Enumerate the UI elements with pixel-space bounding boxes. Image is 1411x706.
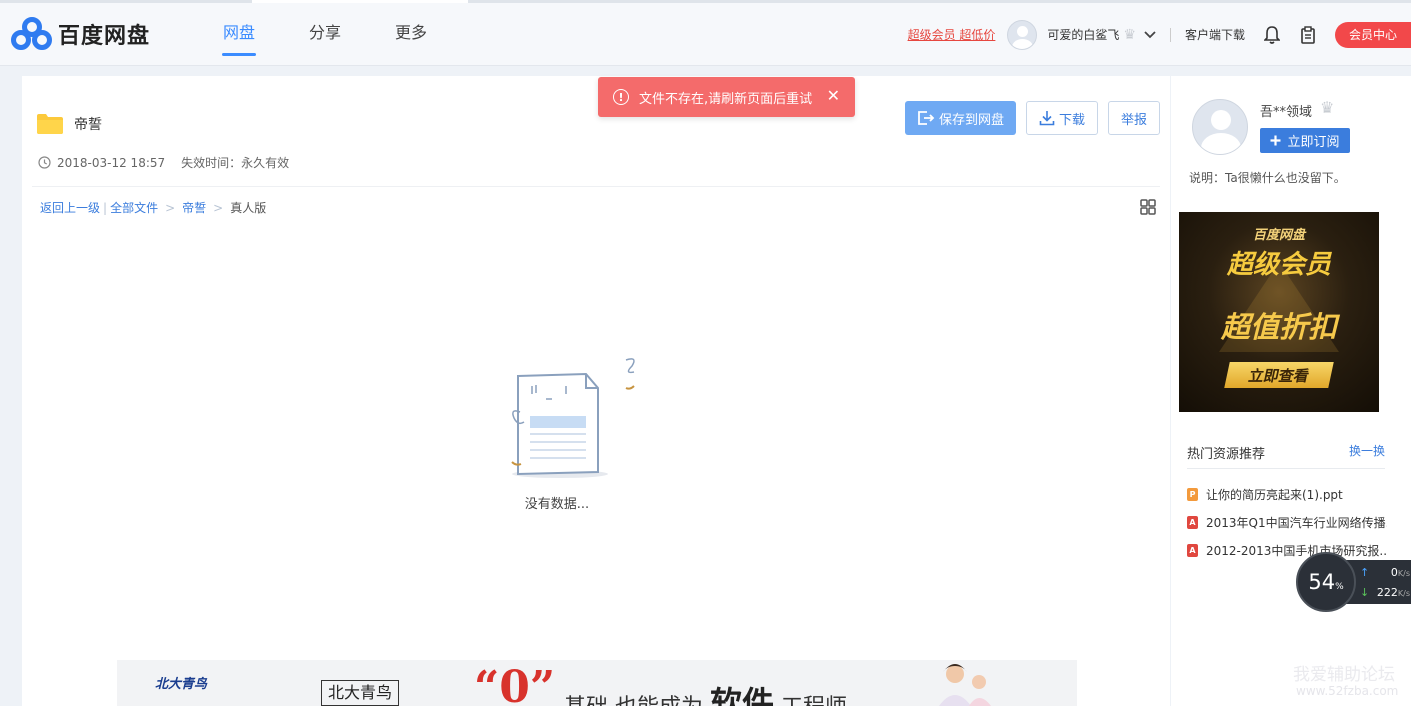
member-center-button[interactable]: 会员中心	[1334, 21, 1411, 48]
breadcrumb-separator: |	[103, 200, 108, 215]
toast-message: 文件不存在,请刷新页面后重试	[639, 91, 813, 107]
ad-slogan: 超值折扣	[1220, 310, 1337, 344]
breadcrumb-current: 真人版	[230, 201, 267, 215]
user-avatar[interactable]	[1007, 19, 1038, 50]
action-buttons: 保存到网盘 下载 举报	[904, 101, 1160, 135]
banner-people-image	[939, 664, 991, 706]
save-button-label: 保存到网盘	[938, 112, 1004, 128]
ad-title: 超级会员	[1226, 250, 1331, 280]
clipboard-icon[interactable]	[1299, 25, 1317, 44]
network-speed-widget[interactable]: 54% ↑ 0K/s ↓ 222K/s	[1296, 552, 1411, 612]
subscribe-button-label: 立即订阅	[1287, 135, 1340, 150]
empty-document-icon	[488, 354, 638, 487]
usage-percent: 54	[1308, 570, 1336, 594]
empty-state-text: 没有数据...	[524, 497, 590, 512]
header-right: 超级会员 超低价 可爱的白鲨飞 ♛ 客户端下载 会员中心	[908, 3, 1411, 66]
download-speed: ↓ 222K/s	[1360, 586, 1410, 599]
subscribe-button[interactable]: 立即订阅	[1260, 128, 1350, 153]
download-arrow-icon: ↓	[1360, 586, 1370, 599]
banner-slogan-prefix: 基础 也能成为	[564, 695, 703, 706]
bell-icon[interactable]	[1263, 25, 1281, 44]
breadcrumb-all-files[interactable]: 全部文件	[110, 199, 158, 216]
upload-arrow-icon: ↑	[1360, 566, 1370, 579]
pdf-file-icon: A	[1187, 543, 1198, 557]
tab-more[interactable]: 更多	[368, 3, 454, 66]
close-icon[interactable]: ✕	[827, 86, 840, 105]
download-unit: K/s	[1397, 589, 1410, 598]
ad-brand: 百度网盘	[1252, 228, 1305, 243]
warning-icon: !	[613, 89, 629, 105]
folder-icon	[37, 114, 63, 134]
chevron-down-icon[interactable]	[1144, 28, 1156, 42]
ad-cta-button[interactable]: 立即查看	[1224, 362, 1334, 388]
plus-icon	[1270, 135, 1281, 146]
baidu-netdisk-logo[interactable]: 百度网盘	[10, 17, 150, 51]
hot-resources-title: 热门资源推荐	[1187, 447, 1266, 462]
folder-title: 帝誓	[36, 113, 102, 135]
watermark-title: 我爱辅助论坛	[1293, 665, 1395, 685]
save-to-netdisk-button[interactable]: 保存到网盘	[904, 101, 1016, 135]
hot-item-name: 2013年Q1中国汽车行业网络传播...	[1206, 515, 1387, 530]
banner-slogan-bold: 软件	[710, 684, 775, 706]
hot-item-name: 让你的简历亮起来(1).ppt	[1206, 487, 1343, 502]
svip-ad[interactable]: 百度网盘 超级会员 超值折扣 立即查看	[1179, 212, 1379, 412]
breadcrumb-folder[interactable]: 帝誓	[182, 199, 206, 216]
header-divider-line	[32, 186, 1160, 187]
pdf-file-icon: A	[1187, 515, 1198, 529]
main-nav: 网盘 分享 更多	[196, 3, 454, 66]
watermark-url: www.52fzba.com	[1296, 684, 1399, 698]
banner-logo-aptech: 北大青鸟	[155, 677, 208, 692]
ad-banner[interactable]: 北大青鸟 北大青鸟 “0” 基础 也能成为 软件 工程师	[117, 660, 1077, 706]
breadcrumb: 返回上一级 | 全部文件 > 帝誓 > 真人版	[40, 199, 266, 216]
owner-name[interactable]: 吾**领域	[1260, 101, 1312, 120]
crown-icon: ♛	[1123, 26, 1136, 43]
upload-speed: ↑ 0K/s	[1360, 566, 1410, 579]
cloud-logo-icon	[11, 17, 52, 50]
download-value: 222	[1376, 586, 1398, 599]
top-header: 百度网盘 网盘 分享 更多 超级会员 超低价 可爱的白鲨飞 ♛ 客户端下载 会员…	[0, 3, 1411, 66]
grid-view-icon[interactable]	[1140, 199, 1156, 215]
breadcrumb-separator: >	[165, 200, 176, 215]
header-divider	[1169, 27, 1171, 42]
tab-share[interactable]: 分享	[282, 3, 368, 66]
username[interactable]: 可爱的白鲨飞	[1047, 26, 1119, 43]
refresh-link[interactable]: 换一换	[1349, 442, 1385, 459]
clock-icon	[38, 156, 51, 169]
crown-icon: ♛	[1320, 98, 1335, 117]
memory-usage-circle: 54%	[1296, 552, 1356, 612]
upload-unit: K/s	[1397, 569, 1410, 578]
upload-value: 0	[1390, 566, 1398, 579]
share-meta: 2018-03-12 18:57 失效时间：永久有效	[38, 154, 289, 171]
download-button[interactable]: 下载	[1025, 101, 1098, 135]
client-download-link[interactable]: 客户端下载	[1185, 26, 1245, 43]
error-toast: ! 文件不存在,请刷新页面后重试 ✕	[598, 77, 855, 117]
expiry-text: 失效时间：永久有效	[181, 156, 290, 170]
banner-slogan: 基础 也能成为 软件 工程师	[564, 678, 847, 706]
ppt-file-icon: P	[1187, 487, 1198, 501]
share-main-panel: 帝誓 2018-03-12 18:57 失效时间：永久有效 保存到网盘 下载 举…	[22, 76, 1170, 706]
list-item[interactable]: P 让你的简历亮起来(1).ppt	[1187, 480, 1387, 508]
usage-percent-unit: %	[1335, 582, 1344, 592]
banner-zero: “0”	[474, 662, 556, 706]
logo-text: 百度网盘	[58, 24, 151, 49]
report-button[interactable]: 举报	[1107, 101, 1160, 135]
hot-divider	[1187, 468, 1385, 469]
banner-logo-box: 北大青鸟	[321, 680, 400, 706]
breadcrumb-separator: >	[213, 200, 224, 215]
banner-slogan-suffix: 工程师	[781, 695, 847, 706]
save-icon	[918, 111, 935, 125]
folder-name: 帝誓	[74, 117, 102, 133]
list-item[interactable]: A 2013年Q1中国汽车行业网络传播...	[1187, 508, 1387, 536]
share-date: 2018-03-12 18:57	[57, 155, 166, 170]
owner-avatar[interactable]	[1192, 99, 1248, 155]
breadcrumb-back[interactable]: 返回上一级	[40, 199, 100, 216]
vip-promo-link[interactable]: 超级会员 超低价	[908, 26, 996, 43]
download-button-label: 下载	[1058, 112, 1085, 128]
owner-description: 说明：Ta很懒什么也没留下。	[1189, 171, 1346, 185]
download-icon	[1039, 111, 1055, 126]
tab-netdisk[interactable]: 网盘	[196, 3, 282, 66]
